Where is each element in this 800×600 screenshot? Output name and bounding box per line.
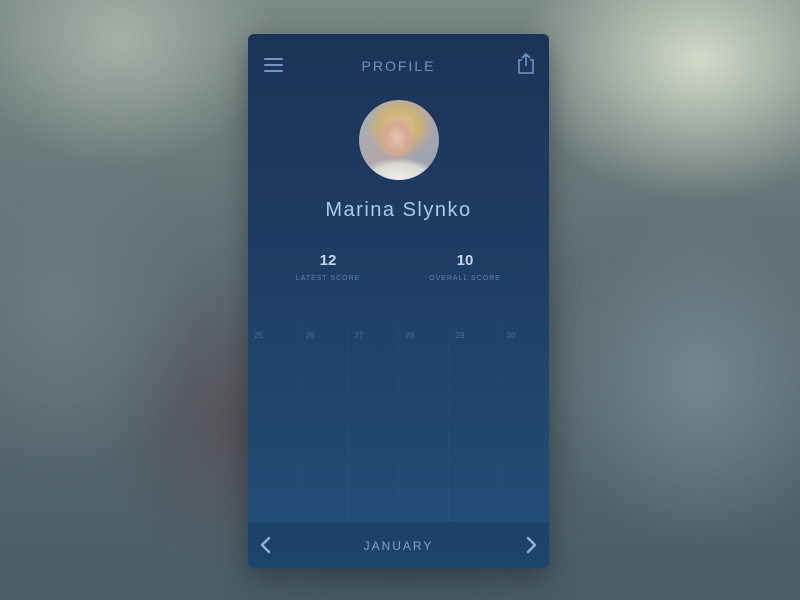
chart-gridline [448, 325, 449, 521]
avatar[interactable] [359, 100, 439, 180]
chart-gridline [498, 325, 499, 521]
latest-score-value: 12 [319, 252, 337, 269]
day-label: 29 [455, 331, 465, 340]
share-button[interactable] [515, 51, 537, 75]
chart-gridline [398, 325, 399, 521]
score-chart: 25 26 27 28 29 30 [248, 325, 549, 521]
overall-score-value: 10 [456, 252, 474, 269]
latest-score-stat: 12 LATEST SCORE [268, 252, 388, 282]
profile-card: PROFILE Marina Slynko 12 LATEST SCORE 10… [248, 34, 549, 568]
overall-score-stat: 10 OVERALL SCORE [405, 252, 525, 282]
share-icon [518, 52, 534, 74]
header-bar: PROFILE [248, 34, 549, 98]
day-label: 25 [254, 331, 264, 340]
day-label: 28 [405, 331, 415, 340]
day-label: 27 [354, 331, 364, 340]
day-label: 26 [305, 331, 315, 340]
latest-score-label: LATEST SCORE [295, 275, 361, 282]
profile-name: Marina Slynko [325, 199, 472, 221]
overall-score-label: OVERALL SCORE [429, 275, 501, 282]
chevron-right-icon [526, 536, 537, 554]
page-title: PROFILE [361, 58, 436, 74]
next-month-button[interactable] [521, 534, 541, 556]
month-navigation: JANUARY [248, 522, 549, 568]
chart-gridline [348, 325, 349, 521]
chart-gridline [298, 325, 299, 521]
day-label: 30 [506, 331, 516, 340]
month-label: JANUARY [363, 539, 434, 553]
